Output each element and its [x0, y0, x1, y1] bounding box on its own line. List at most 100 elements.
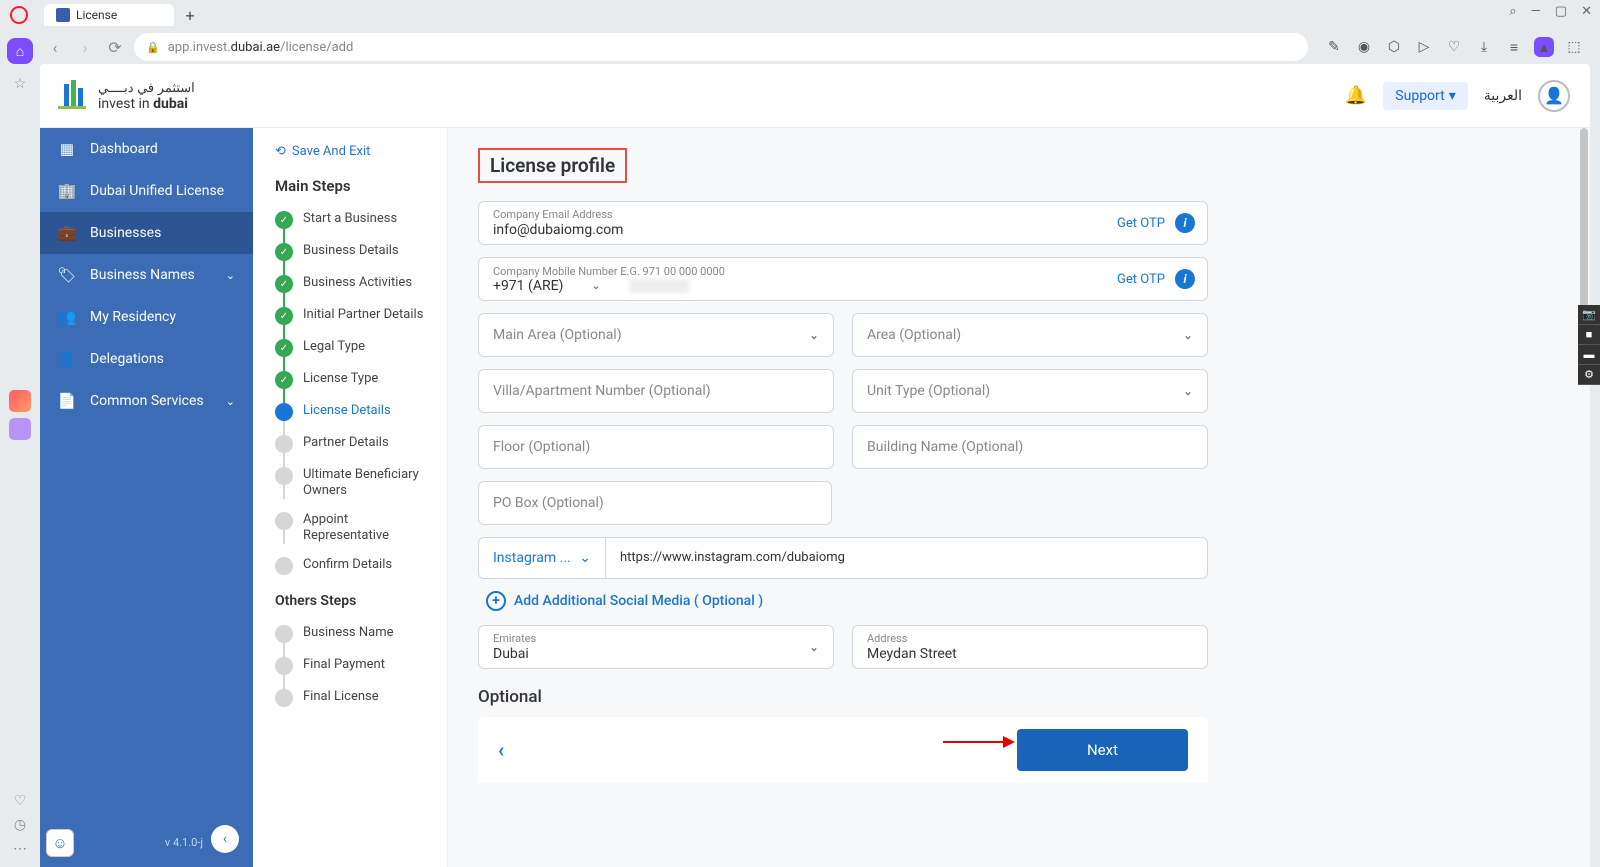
main-area-select[interactable]: Main Area (Optional)⌄ [478, 313, 834, 357]
url-text: app.invest.dubai.ae/license/add [168, 40, 354, 55]
app-logo[interactable]: استثمر في دبــــي invest in dubai [54, 78, 195, 114]
step-item[interactable]: Ultimate Beneficiary Owners [275, 467, 437, 498]
sidebar-app-1[interactable] [9, 390, 31, 412]
nav-business-names[interactable]: 🏷Business Names⌄ [40, 254, 253, 296]
step-circle: ✓ [275, 243, 293, 261]
menu-icon[interactable]: ≡ [1504, 37, 1524, 57]
step-item[interactable]: Appoint Representative [275, 512, 437, 543]
language-toggle[interactable]: العربية [1484, 87, 1522, 104]
exit-icon: ⟲ [275, 144, 286, 159]
chevron-down-icon: ⌄ [226, 269, 235, 282]
mobile-field[interactable]: Company Mobile Number E.G. 971 00 000 00… [478, 257, 1208, 301]
cube-icon[interactable]: ⬚ [1564, 37, 1584, 57]
step-label: Legal Type [303, 339, 365, 355]
step-item[interactable]: ✓License Type [275, 371, 437, 389]
step-item[interactable]: Confirm Details [275, 557, 437, 575]
nav-my-residency[interactable]: 👥My Residency [40, 296, 253, 338]
logo-icon [54, 78, 90, 114]
step-item[interactable]: Business Name [275, 625, 437, 643]
step-item[interactable]: ✓Start a Business [275, 211, 437, 229]
step-item[interactable]: License Details [275, 403, 437, 421]
villa-input[interactable]: Villa/Apartment Number (Optional) [478, 369, 834, 413]
step-circle [275, 512, 293, 530]
forward-button[interactable]: › [74, 36, 96, 58]
bookmark-icon[interactable]: ☆ [14, 76, 27, 92]
search-icon[interactable]: ⌕ [1509, 4, 1516, 19]
emirates-select[interactable]: Emirates Dubai ⌄ [478, 625, 834, 669]
history-icon[interactable]: ◷ [14, 817, 26, 833]
get-otp-email[interactable]: Get OTP [1117, 216, 1165, 231]
nav-common-services[interactable]: 📄Common Services⌄ [40, 380, 253, 422]
email-field[interactable]: Company Email Address info@dubaiomg.com … [478, 201, 1208, 245]
collapse-nav-button[interactable]: ‹ [211, 825, 239, 853]
step-circle [275, 467, 293, 485]
area-select[interactable]: Area (Optional)⌄ [852, 313, 1208, 357]
download-icon[interactable]: ⤓ [1474, 37, 1494, 57]
edit-icon[interactable]: ✎ [1324, 37, 1344, 57]
address-input[interactable]: Address Meydan Street [852, 625, 1208, 669]
steps-panel: ⟲ Save And Exit Main Steps ✓Start a Busi… [253, 128, 448, 867]
close-icon[interactable]: ✕ [1581, 4, 1592, 19]
tool-icon[interactable]: ▬ [1578, 345, 1600, 365]
info-icon[interactable]: i [1175, 269, 1195, 289]
step-label: Ultimate Beneficiary Owners [303, 467, 437, 498]
step-item[interactable]: Final License [275, 689, 437, 707]
social-url-input[interactable]: https://www.instagram.com/dubaiomg [606, 537, 1208, 579]
camera-icon[interactable]: ◉ [1354, 37, 1374, 57]
step-item[interactable]: ✓Legal Type [275, 339, 437, 357]
nav-delegations[interactable]: 👤Delegations [40, 338, 253, 380]
step-item[interactable]: Final Payment [275, 657, 437, 675]
user-avatar[interactable]: 👤 [1538, 80, 1570, 112]
reload-button[interactable]: ⟳ [104, 36, 126, 58]
step-item[interactable]: ✓Business Activities [275, 275, 437, 293]
more-icon[interactable]: ⋯ [13, 841, 27, 857]
step-item[interactable]: ✓ Business Details [275, 243, 437, 261]
record-icon[interactable]: ■ [1578, 325, 1600, 345]
social-platform-select[interactable]: Instagram ...⌄ [478, 537, 606, 579]
play-icon[interactable]: ▷ [1414, 37, 1434, 57]
unit-type-select[interactable]: Unit Type (Optional)⌄ [852, 369, 1208, 413]
home-button[interactable]: ⌂ [7, 38, 33, 64]
browser-tab[interactable]: License [44, 4, 174, 26]
heart-outline-icon[interactable]: ♡ [14, 793, 27, 809]
heart-icon[interactable]: ♡ [1444, 37, 1464, 57]
step-circle: ✓ [275, 371, 293, 389]
back-button[interactable]: ‹ [44, 36, 66, 58]
chat-bubble[interactable]: ☺ [46, 829, 74, 857]
form-footer: ‹ Next [478, 717, 1208, 783]
add-social-button[interactable]: + Add Additional Social Media ( Optional… [486, 591, 1208, 611]
sidebar-app-2[interactable] [9, 418, 31, 440]
save-and-exit-link[interactable]: ⟲ Save And Exit [275, 144, 437, 159]
maximize-icon[interactable]: ▢ [1555, 4, 1567, 19]
step-circle [275, 557, 293, 575]
pobox-input[interactable]: PO Box (Optional) [478, 481, 832, 525]
address-bar[interactable]: 🔒 app.invest.dubai.ae/license/add [134, 33, 1308, 61]
lock-icon: 🔒 [146, 41, 160, 54]
step-circle: ✓ [275, 211, 293, 229]
back-button[interactable]: ‹ [498, 738, 504, 762]
step-item[interactable]: Partner Details [275, 435, 437, 453]
nav-businesses[interactable]: 💼Businesses [40, 212, 253, 254]
notifications-icon[interactable]: 🔔 [1345, 85, 1367, 106]
next-button[interactable]: Next [1017, 729, 1188, 771]
chevron-down-icon[interactable]: ⌄ [591, 279, 600, 292]
info-icon[interactable]: i [1175, 213, 1195, 233]
step-circle [275, 657, 293, 675]
profile-badge[interactable]: ▲ [1534, 37, 1554, 57]
step-label: Partner Details [303, 435, 389, 451]
step-item[interactable]: ✓Initial Partner Details [275, 307, 437, 325]
building-input[interactable]: Building Name (Optional) [852, 425, 1208, 469]
screenshot-icon[interactable]: 📷 [1578, 305, 1600, 325]
main-nav: ▦Dashboard 🏢Dubai Unified License 💼Busin… [40, 128, 253, 867]
nav-unified-license[interactable]: 🏢Dubai Unified License [40, 170, 253, 212]
minimize-icon[interactable]: — [1531, 4, 1541, 19]
support-button[interactable]: Support ▾ [1383, 82, 1467, 110]
step-label: Business Details [303, 243, 399, 259]
shield-icon[interactable]: ⬡ [1384, 37, 1404, 57]
right-floating-toolbar: 📷 ■ ▬ ⚙ [1578, 305, 1600, 385]
floor-input[interactable]: Floor (Optional) [478, 425, 834, 469]
nav-dashboard[interactable]: ▦Dashboard [40, 128, 253, 170]
new-tab-button[interactable]: + [178, 3, 202, 27]
settings-icon[interactable]: ⚙ [1578, 365, 1600, 385]
get-otp-mobile[interactable]: Get OTP [1117, 272, 1165, 287]
